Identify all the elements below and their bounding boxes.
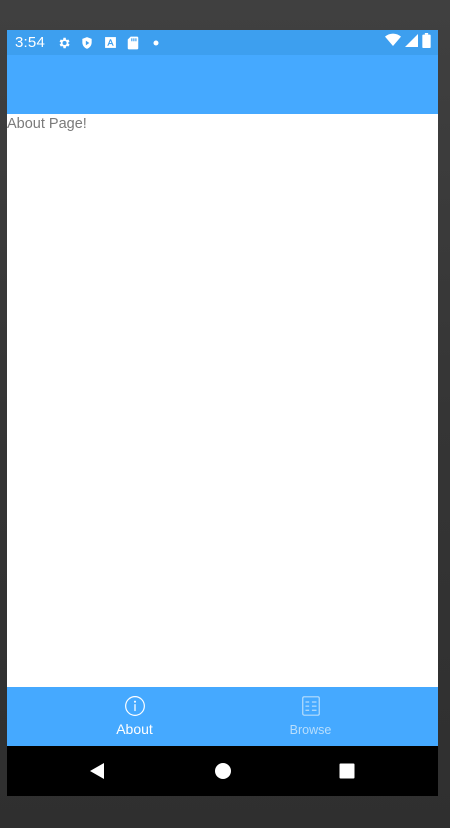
text-a-icon xyxy=(103,36,117,50)
system-status-icons xyxy=(385,30,431,55)
recents-button[interactable] xyxy=(317,746,377,796)
battery-icon xyxy=(422,32,431,53)
home-button[interactable] xyxy=(193,746,253,796)
about-page-label: About Page! xyxy=(7,116,87,132)
tab-browse-label: Browse xyxy=(289,723,332,737)
home-icon xyxy=(215,763,231,779)
info-icon xyxy=(124,696,145,716)
wifi-icon xyxy=(385,33,401,52)
gear-icon xyxy=(57,36,71,50)
back-icon xyxy=(90,763,104,779)
back-button[interactable] xyxy=(67,746,127,796)
dot-icon xyxy=(149,36,163,50)
play-protect-icon xyxy=(80,36,94,50)
phone-screen: 3:54 About Page! About Browse xyxy=(7,30,438,796)
sd-card-icon xyxy=(126,36,140,50)
tab-about-label: About xyxy=(116,721,153,737)
list-icon xyxy=(301,696,320,716)
recents-icon xyxy=(339,763,355,779)
tab-browse[interactable]: Browse xyxy=(203,687,418,746)
cell-signal-icon xyxy=(405,33,418,52)
system-nav-bar xyxy=(7,746,438,796)
notification-icons xyxy=(57,36,163,50)
status-bar: 3:54 xyxy=(7,30,438,55)
bottom-tab-bar: About Browse xyxy=(7,687,438,746)
app-bar xyxy=(7,55,438,114)
status-time: 3:54 xyxy=(15,34,45,51)
about-page-content: About Page! xyxy=(7,114,438,687)
device-frame: 3:54 About Page! About Browse xyxy=(0,0,450,828)
